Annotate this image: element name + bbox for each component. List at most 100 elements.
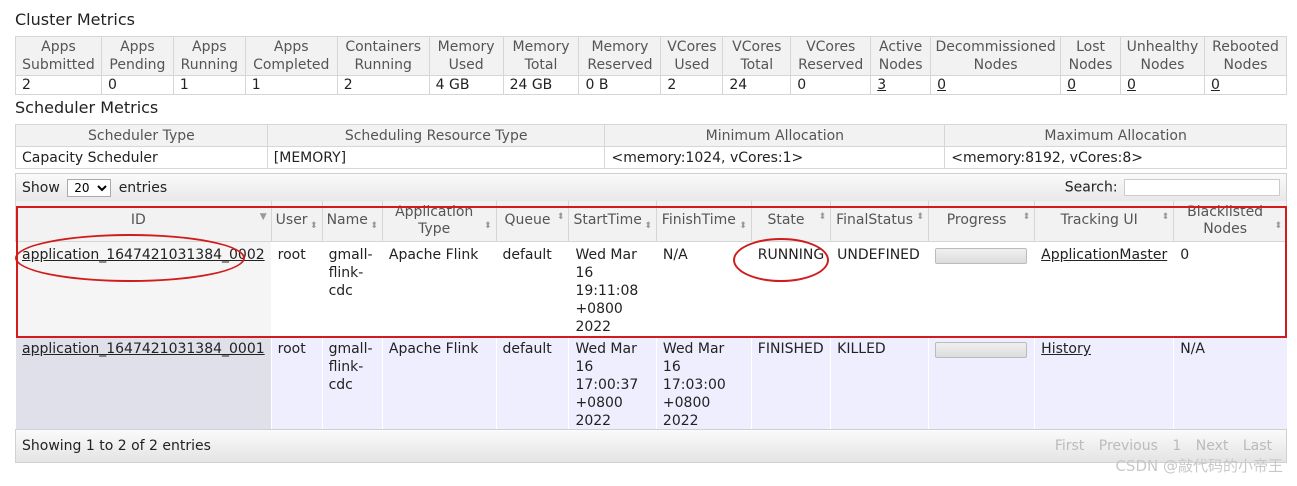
column-header-start-time[interactable]: StartTime ⬍ [568,201,657,242]
search-control: Search: [1065,179,1280,196]
scheduler-metrics-value-row: Capacity Scheduler [MEMORY] <memory:1024… [15,146,1287,169]
metric-value-lost-nodes: 0 [1060,75,1121,95]
pager-page-1-button[interactable]: 1 [1172,438,1181,454]
progress-bar [934,247,1027,264]
app-start-time: Wed Mar 16 19:11:08 +0800 2022 [568,241,657,336]
pager-next-button[interactable]: Next [1196,438,1229,454]
metric-value-unhealthy-nodes: 0 [1120,75,1205,95]
scheduler-header: Minimum Allocation [604,124,946,147]
column-header-label: Tracking UI [1060,212,1138,229]
scheduler-metrics-header-row: Scheduler Type Scheduling Resource Type … [15,124,1287,147]
metric-header: Memory Total [502,36,580,76]
scheduler-header: Maximum Allocation [944,124,1287,147]
app-final-status: UNDEFINED [830,241,929,336]
app-type: Apache Flink [381,241,496,336]
column-header-id[interactable]: ID ▼ [15,201,272,242]
tracking-ui-link[interactable]: History [1041,341,1091,357]
column-header-label: FinishTime [661,212,736,229]
show-label: Show [22,180,60,196]
column-header-finish-time[interactable]: FinishTime ⬍ [655,201,752,242]
pager-previous-button[interactable]: Previous [1099,438,1158,454]
column-header-tracking-ui[interactable]: Tracking UI ⬍ [1034,201,1175,242]
column-header-final-status[interactable]: FinalStatus ⬍ [830,201,929,242]
watermark-text: CSDN @敲代码的小帝王 [1115,457,1283,475]
entries-label: entries [118,180,168,196]
metric-header: VCores Used [660,36,724,76]
apps-table-footer: Showing 1 to 2 of 2 entries First Previo… [15,429,1287,463]
app-queue: default [495,336,569,430]
tracking-ui-link[interactable]: ApplicationMaster [1041,247,1167,263]
metric-value: 24 [722,75,792,95]
app-tracking-ui-cell: History [1034,336,1174,430]
sort-icon: ⬍ [556,212,565,222]
lost-nodes-link[interactable]: 0 [1067,77,1076,93]
sort-icon: ⬍ [1022,212,1031,222]
column-header-name[interactable]: Name ⬍ [321,201,383,242]
app-progress-cell [927,241,1035,336]
app-finish-time: Wed Mar 16 17:03:00 +0800 2022 [655,336,752,430]
column-header-blacklisted-nodes[interactable]: Blacklisted Nodes ⬍ [1173,201,1287,242]
page-size-select[interactable]: 20 [67,179,112,197]
column-header-label: Queue [504,212,551,229]
metric-header: VCores Total [722,36,792,76]
column-header-state[interactable]: State ⬍ [750,201,832,242]
sort-icon: ⬍ [310,221,318,231]
column-header-user[interactable]: User ⬍ [270,201,323,242]
metric-value: 0 [100,75,174,95]
metric-value: 24 GB [502,75,580,95]
app-final-status: KILLED [830,336,929,430]
app-user: root [270,241,323,336]
metric-header: Apps Completed [244,36,338,76]
app-id-link[interactable]: application_1647421031384_0002 [22,247,265,263]
metric-value-rebooted-nodes: 0 [1203,75,1288,95]
rebooted-nodes-link[interactable]: 0 [1211,77,1220,93]
entries-info: Showing 1 to 2 of 2 entries [22,438,211,454]
metric-value: 1 [244,75,338,95]
column-header-queue[interactable]: Queue ⬍ [495,201,570,242]
app-id-cell: application_1647421031384_0001 [15,336,272,430]
metric-header: Decommissioned Nodes [930,36,1062,76]
app-blacklisted-nodes: 0 [1173,241,1287,336]
column-header-label: ID [130,212,146,229]
metric-header: Unhealthy Nodes [1120,36,1205,76]
sort-desc-icon: ▼ [259,212,267,222]
metric-value-active-nodes: 3 [870,75,932,95]
column-header-label: Blacklisted Nodes [1187,203,1264,237]
pager-last-button[interactable]: Last [1243,438,1272,454]
search-label: Search: [1064,179,1118,196]
metric-header: Apps Submitted [15,36,102,76]
cluster-metrics-title: Cluster Metrics [15,10,135,29]
progress-bar [934,342,1027,358]
app-id-link[interactable]: application_1647421031384_0001 [22,341,265,357]
scheduler-value: <memory:8192, vCores:8> [944,146,1287,169]
scheduler-header: Scheduling Resource Type [266,124,606,147]
apps-table-toolbar: Show 20 entries Search: [15,173,1287,201]
sort-icon: ⬍ [739,221,747,231]
applications-table: ID ▼ User ⬍ Name ⬍ Application Type ⬍ Queue ⬍… [15,201,1287,430]
column-header-label: Application Type [395,203,474,237]
app-name: gmall-flink-cdc [321,241,383,336]
app-user: root [270,336,323,430]
column-header-progress[interactable]: Progress ⬍ [927,201,1036,242]
column-header-label: StartTime [573,212,642,229]
search-input[interactable] [1124,179,1280,196]
table-row: application_1647421031384_0002 root gmal… [15,241,1287,336]
active-nodes-link[interactable]: 3 [877,77,886,93]
unhealthy-nodes-link[interactable]: 0 [1127,77,1136,93]
cluster-metrics-value-row: 2 0 1 1 2 4 GB 24 GB 0 B 2 24 0 3 0 0 0 … [15,75,1288,95]
decommissioned-nodes-link[interactable]: 0 [937,77,946,93]
metric-value: 1 [172,75,246,95]
column-header-application-type[interactable]: Application Type ⬍ [381,201,497,242]
sort-icon: ⬍ [644,221,652,231]
metric-header: VCores Reserved [790,36,872,76]
table-row: application_1647421031384_0001 root gmal… [15,336,1287,430]
metric-value: 4 GB [428,75,504,95]
app-progress-cell [927,336,1035,430]
app-state: RUNNING [750,241,831,336]
column-header-label: User [275,212,308,229]
app-state: FINISHED [750,336,831,430]
app-name: gmall-flink-cdc [321,336,383,430]
scheduler-metrics-title: Scheduler Metrics [15,98,159,117]
sort-icon: ⬍ [483,221,492,231]
pager-first-button[interactable]: First [1055,438,1084,454]
